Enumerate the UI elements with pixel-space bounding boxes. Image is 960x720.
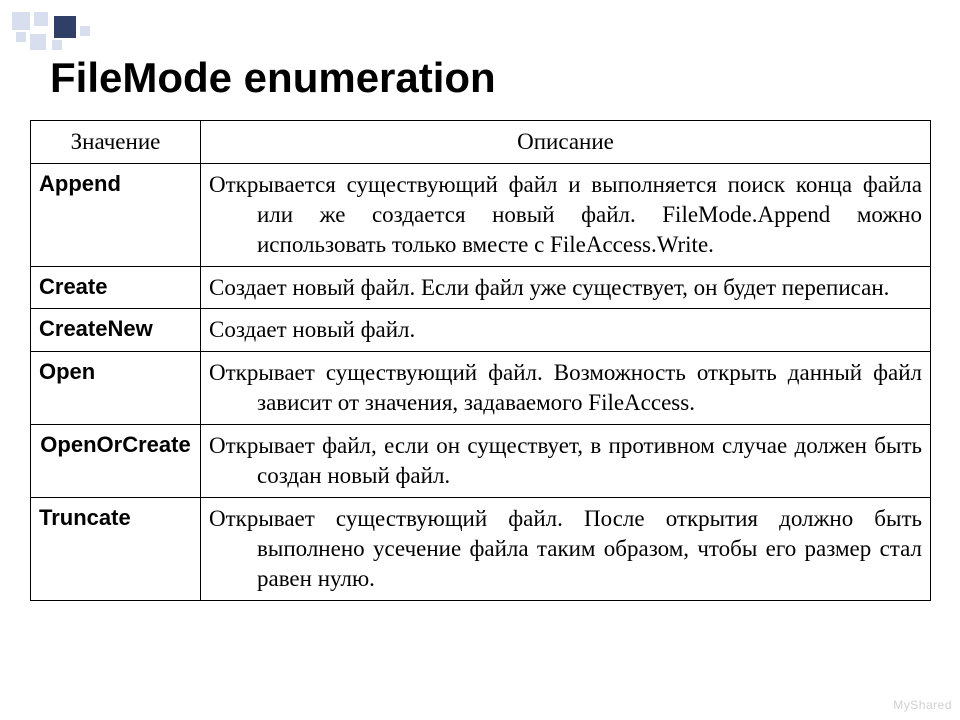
table-row: Truncate Открывает существующий файл. По… [31, 497, 931, 600]
cell-desc: Создает новый файл. Если файл уже сущест… [201, 266, 931, 309]
table-row: Append Открывается существующий файл и в… [31, 163, 931, 266]
cell-value: Truncate [31, 497, 201, 600]
cell-desc: Открывает файл, если он существует, в пр… [201, 425, 931, 498]
table-row: Create Создает новый файл. Если файл уже… [31, 266, 931, 309]
slide: FileMode enumeration Значение Описание A… [0, 0, 960, 720]
table-row: OpenOrCreate Открывает файл, если он сущ… [31, 425, 931, 498]
cell-value: CreateNew [31, 309, 201, 352]
cell-value: Create [31, 266, 201, 309]
header-value: Значение [31, 121, 201, 164]
table-row: CreateNew Создает новый файл. [31, 309, 931, 352]
page-title: FileMode enumeration [50, 54, 496, 102]
cell-desc: Создает новый файл. [201, 309, 931, 352]
cell-value: Append [31, 163, 201, 266]
cell-desc: Открывает существующий файл. После откры… [201, 497, 931, 600]
enumeration-table: Значение Описание Append Открывается сущ… [30, 120, 930, 601]
corner-decoration [12, 12, 152, 52]
watermark: MyShared [893, 698, 952, 712]
table-row: Open Открывает существующий файл. Возмож… [31, 352, 931, 425]
header-desc: Описание [201, 121, 931, 164]
table-header-row: Значение Описание [31, 121, 931, 164]
cell-value: Open [31, 352, 201, 425]
cell-desc: Открывается существующий файл и выполняе… [201, 163, 931, 266]
cell-desc: Открывает существующий файл. Возможность… [201, 352, 931, 425]
cell-value: OpenOrCreate [31, 425, 201, 498]
